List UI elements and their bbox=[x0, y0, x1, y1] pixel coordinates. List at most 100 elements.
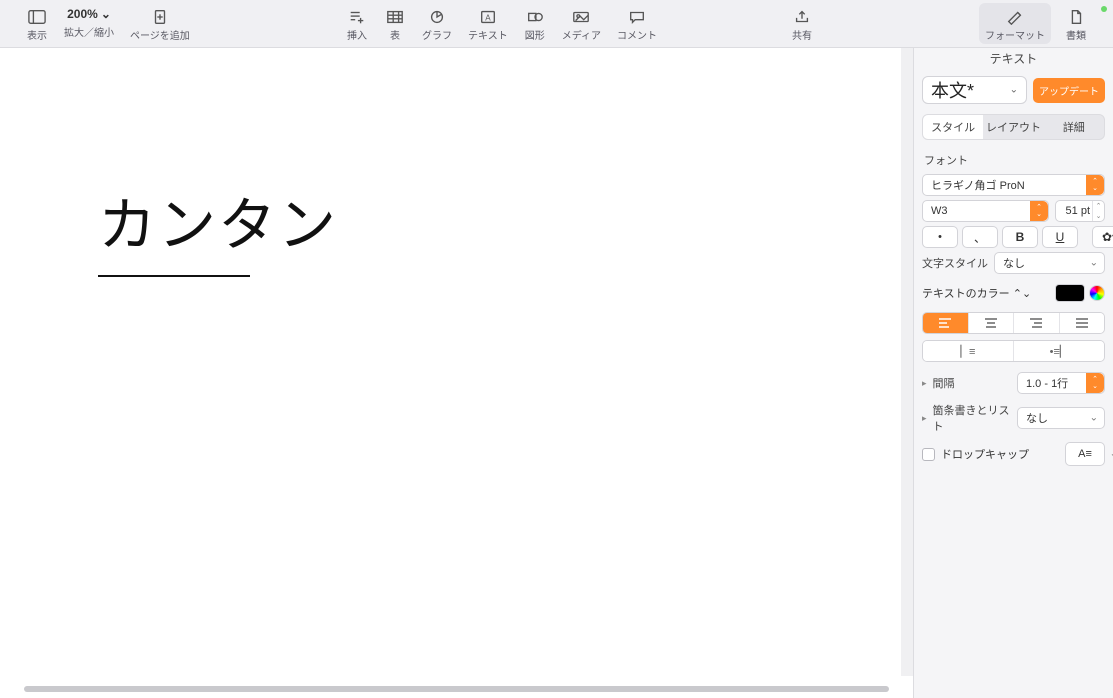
inspector-tabs: スタイル レイアウト 詳細 bbox=[922, 114, 1105, 140]
char-style-label: 文字スタイル bbox=[922, 255, 988, 271]
font-family-value: ヒラギノ角ゴ ProN bbox=[931, 177, 1025, 193]
zoom-label: 拡大／縮小 bbox=[64, 24, 114, 39]
text-button[interactable]: A テキスト bbox=[462, 3, 514, 44]
comment-label: コメント bbox=[617, 27, 657, 42]
shape-icon bbox=[526, 7, 544, 27]
zoom-control[interactable]: 200%⌄ 拡大／縮小 bbox=[58, 3, 120, 41]
format-button[interactable]: フォーマット bbox=[979, 3, 1051, 44]
add-page-label: ページを追加 bbox=[130, 27, 190, 42]
chevron-down-icon: ⌄ bbox=[101, 7, 111, 21]
horizontal-align bbox=[922, 312, 1105, 334]
add-page-button[interactable]: ページを追加 bbox=[124, 3, 196, 44]
indent-button[interactable]: •≡▏ bbox=[1014, 341, 1104, 361]
format-inspector: テキスト 本文* ⌄ アップデート スタイル レイアウト 詳細 フォント ヒラギ… bbox=[913, 48, 1113, 698]
tab-more[interactable]: 詳細 bbox=[1044, 115, 1104, 139]
font-weight-value: W3 bbox=[931, 205, 948, 217]
view-button[interactable]: 表示 bbox=[20, 3, 54, 44]
dropcap-checkbox[interactable] bbox=[922, 448, 935, 461]
dropcap-label: ドロップキャップ bbox=[941, 446, 1029, 462]
page-text[interactable]: カンタン bbox=[98, 178, 338, 262]
disclosure-icon[interactable]: ▸ bbox=[922, 413, 927, 424]
dropcap-style-select[interactable]: A≡ ⌄ bbox=[1065, 442, 1105, 466]
window-status-dot bbox=[1101, 6, 1107, 12]
share-icon bbox=[793, 7, 811, 27]
tab-layout[interactable]: レイアウト bbox=[983, 115, 1043, 139]
format-label: フォーマット bbox=[985, 27, 1045, 42]
paragraph-style-value: 本文* bbox=[931, 77, 974, 103]
view-label: 表示 bbox=[27, 27, 47, 42]
media-button[interactable]: メディア bbox=[556, 3, 607, 44]
bullets-select[interactable]: なし ⌄ bbox=[1017, 407, 1105, 429]
horizontal-scrollbar[interactable] bbox=[24, 686, 889, 692]
font-size-field[interactable]: 51 pt ⌃⌄ bbox=[1055, 200, 1105, 222]
text-icon: A bbox=[479, 7, 497, 27]
char-style-select[interactable]: なし ⌄ bbox=[994, 252, 1105, 274]
stepper-icon[interactable]: ⌃⌄ bbox=[1092, 201, 1104, 221]
svg-text:A: A bbox=[485, 14, 491, 23]
update-style-button[interactable]: アップデート bbox=[1033, 78, 1105, 103]
bold-b-button[interactable]: B bbox=[1002, 226, 1038, 248]
dropcap-preview-icon: A≡ bbox=[1078, 448, 1092, 460]
document-label: 書類 bbox=[1066, 27, 1086, 42]
font-family-select[interactable]: ヒラギノ角ゴ ProN bbox=[922, 174, 1105, 196]
spacing-select[interactable]: 1.0 - 1行 bbox=[1017, 372, 1105, 394]
media-label: メディア bbox=[562, 27, 601, 42]
font-weight-select[interactable]: W3 bbox=[922, 200, 1049, 222]
align-justify-button[interactable] bbox=[1060, 313, 1105, 333]
paragraph-style-select[interactable]: 本文* ⌄ bbox=[922, 76, 1027, 104]
disclosure-icon[interactable]: ▸ bbox=[922, 378, 927, 389]
chevron-down-icon: ⌄ bbox=[1110, 449, 1113, 460]
shape-button[interactable]: 図形 bbox=[518, 3, 552, 44]
table-button[interactable]: 表 bbox=[378, 3, 412, 44]
text-label: テキスト bbox=[468, 27, 508, 42]
insert-button[interactable]: 挿入 bbox=[340, 3, 374, 44]
chart-icon bbox=[428, 7, 446, 27]
zoom-value: 200% bbox=[67, 7, 98, 21]
sidebar-icon bbox=[28, 7, 46, 27]
text-color-label: テキストのカラー ⌃⌄ bbox=[922, 285, 1031, 301]
underline-button[interactable]: U bbox=[1042, 226, 1078, 248]
chevron-down-icon: ⌄ bbox=[1090, 413, 1098, 424]
bullets-label: 箇条書きとリスト bbox=[933, 402, 1011, 434]
share-label: 共有 bbox=[792, 27, 812, 42]
toolbar: 表示 200%⌄ 拡大／縮小 ページを追加 挿入 表 グラフ A テキスト bbox=[0, 0, 1113, 48]
bullets-value: なし bbox=[1026, 410, 1048, 426]
add-page-icon bbox=[151, 7, 169, 27]
comment-icon bbox=[628, 7, 646, 27]
chart-label: グラフ bbox=[422, 27, 452, 42]
inspector-title: テキスト bbox=[914, 48, 1113, 70]
stepper-icon bbox=[1086, 175, 1104, 195]
document-area[interactable]: カンタン bbox=[0, 48, 913, 698]
align-right-button[interactable] bbox=[1014, 313, 1060, 333]
insert-label: 挿入 bbox=[347, 27, 367, 42]
indent-controls: ▏≡ •≡▏ bbox=[922, 340, 1105, 362]
insert-icon bbox=[348, 7, 366, 27]
comment-button[interactable]: コメント bbox=[611, 3, 663, 44]
stepper-icon bbox=[1030, 201, 1048, 221]
media-icon bbox=[572, 7, 590, 27]
font-size-value: 51 pt bbox=[1066, 205, 1090, 217]
share-button[interactable]: 共有 bbox=[785, 3, 819, 44]
chevron-down-icon: ⌄ bbox=[1090, 258, 1098, 269]
spacing-value: 1.0 - 1行 bbox=[1026, 375, 1068, 391]
font-section-label: フォント bbox=[924, 152, 1103, 168]
document-icon bbox=[1067, 7, 1085, 27]
chart-button[interactable]: グラフ bbox=[416, 3, 458, 44]
tab-style[interactable]: スタイル bbox=[923, 115, 983, 139]
chevron-down-icon: ⌄ bbox=[1010, 85, 1018, 96]
outdent-button[interactable]: ▏≡ bbox=[923, 341, 1014, 361]
text-underline bbox=[98, 275, 250, 277]
stepper-icon bbox=[1086, 373, 1104, 393]
italic-button[interactable]: 、 bbox=[962, 226, 998, 248]
table-label: 表 bbox=[390, 27, 400, 42]
bold-button[interactable]: ・ bbox=[922, 226, 958, 248]
document-button[interactable]: 書類 bbox=[1059, 3, 1093, 44]
table-icon bbox=[386, 7, 404, 27]
color-wheel-button[interactable] bbox=[1089, 285, 1105, 301]
format-icon bbox=[1006, 7, 1024, 27]
text-color-swatch[interactable] bbox=[1055, 284, 1085, 302]
vertical-scrollbar-track[interactable] bbox=[901, 48, 913, 676]
align-left-button[interactable] bbox=[923, 313, 969, 333]
align-center-button[interactable] bbox=[969, 313, 1015, 333]
text-options-button[interactable]: ✿▾ bbox=[1092, 226, 1113, 248]
